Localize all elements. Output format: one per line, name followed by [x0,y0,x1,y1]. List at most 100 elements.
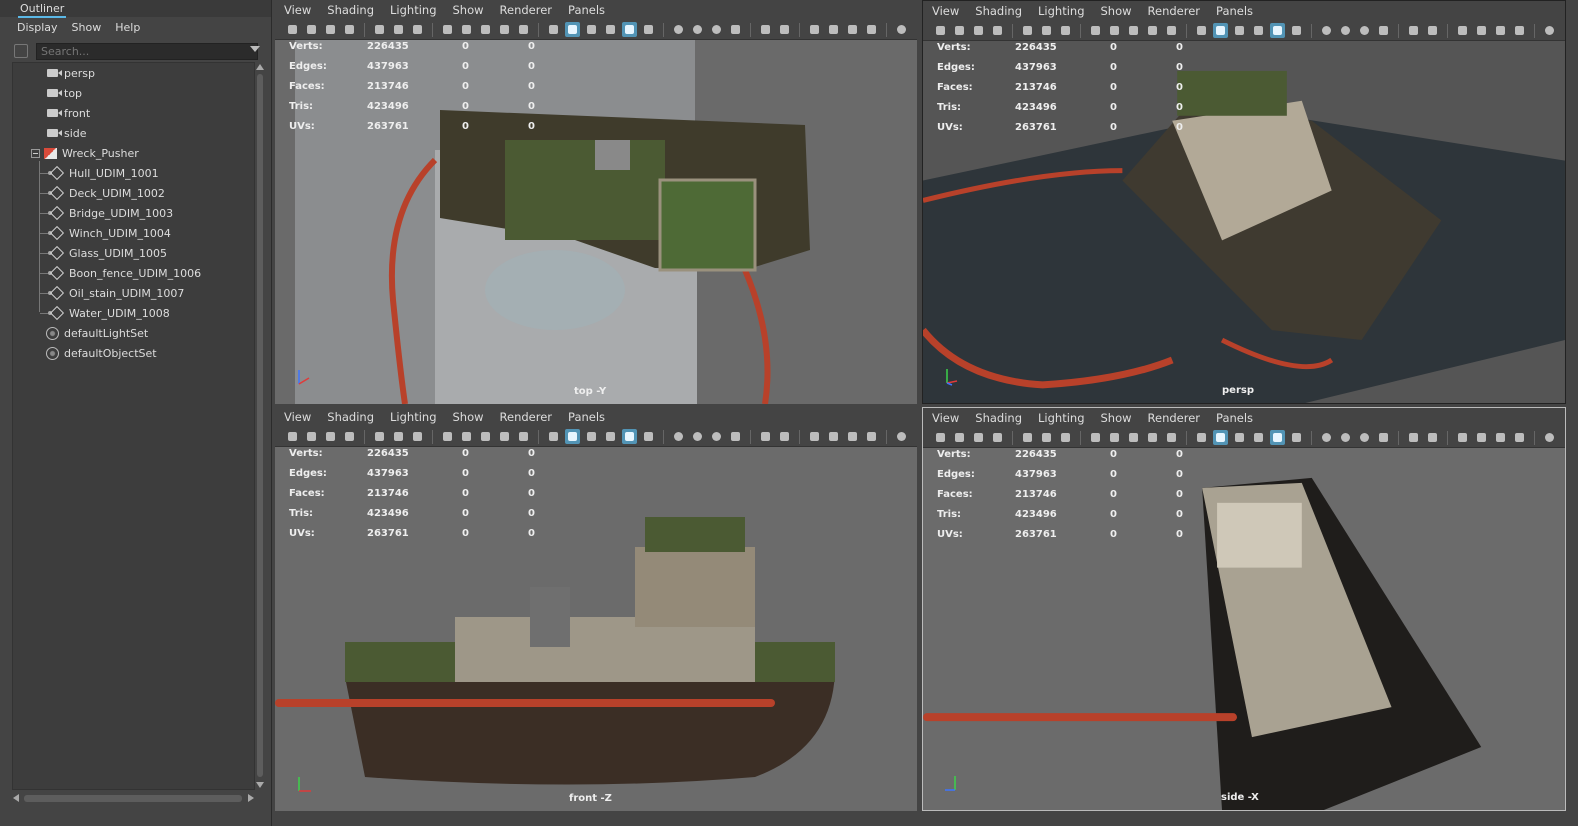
hud-icon[interactable] [864,429,879,444]
lighting-icon[interactable] [1289,23,1304,38]
tree-item-persp[interactable]: persp [47,63,95,83]
gamma-icon[interactable] [826,429,841,444]
viewport-front[interactable]: View Shading Lighting Show Renderer Pane… [275,407,917,811]
tree-item-hull[interactable]: Hull_UDIM_1001 [40,163,159,183]
shadows-icon[interactable] [671,22,686,37]
viewport-persp[interactable]: View Shading Lighting Show Renderer Pane… [922,0,1566,404]
exposure-icon[interactable] [1455,430,1470,445]
menu-panels[interactable]: Panels [568,410,605,424]
menu-renderer[interactable]: Renderer [1148,4,1201,18]
menu-show[interactable]: Show [1101,411,1132,425]
tree-item-top[interactable]: top [47,83,82,103]
grid-icon[interactable] [372,22,387,37]
scroll-thumb[interactable] [24,795,242,802]
horizontal-scrollbar[interactable] [12,792,255,804]
grid-icon[interactable] [1020,430,1035,445]
viewport-side[interactable]: View Shading Lighting Show Renderer Pane… [922,407,1566,811]
menu-lighting[interactable]: Lighting [1038,4,1084,18]
field-chart-icon[interactable] [1107,23,1122,38]
collapse-icon[interactable] [31,148,40,158]
image-plane-icon[interactable] [342,429,357,444]
camera-attributes-icon[interactable] [304,22,319,37]
scroll-down-icon[interactable] [256,782,264,788]
scroll-left-icon[interactable] [13,794,19,802]
wireframe-icon[interactable] [516,429,531,444]
gate-mask-icon[interactable] [440,429,455,444]
menu-lighting[interactable]: Lighting [1038,411,1084,425]
resolution-gate-icon[interactable] [1058,430,1073,445]
menu-lighting[interactable]: Lighting [390,3,436,17]
full-screen-icon[interactable] [1542,23,1557,38]
image-plane-icon[interactable] [990,430,1005,445]
outliner-tab[interactable]: Outliner [0,0,271,18]
wireframe-icon[interactable] [516,22,531,37]
safe-action-icon[interactable] [1126,23,1141,38]
camera-attributes-icon[interactable] [952,430,967,445]
tree-item-water[interactable]: Water_UDIM_1008 [40,303,170,323]
smooth-shade-icon[interactable] [1194,23,1209,38]
wireframe-on-shaded-icon[interactable] [1232,23,1247,38]
menu-show[interactable]: Show [1101,4,1132,18]
camera-attributes-icon[interactable] [952,23,967,38]
shadows-icon[interactable] [1319,430,1334,445]
search-input[interactable] [36,42,258,60]
motion-blur-icon[interactable] [1357,23,1372,38]
xray-icon[interactable] [1251,430,1266,445]
film-gate-icon[interactable] [391,429,406,444]
scroll-thumb[interactable] [257,74,263,777]
color-management-icon[interactable] [1493,23,1508,38]
scroll-up-icon[interactable] [256,64,264,70]
smooth-shade-icon[interactable] [1194,430,1209,445]
textured-icon[interactable] [1270,23,1285,38]
default-material-icon[interactable] [565,22,580,37]
gamma-icon[interactable] [1474,430,1489,445]
color-management-icon[interactable] [845,22,860,37]
tree-item-wreck-pusher[interactable]: Wreck_Pusher [31,143,139,163]
color-management-icon[interactable] [845,429,860,444]
motion-blur-icon[interactable] [1357,430,1372,445]
safe-title-icon[interactable] [1145,430,1160,445]
gamma-icon[interactable] [1474,23,1489,38]
menu-view[interactable]: View [932,4,959,18]
exposure-icon[interactable] [807,429,822,444]
tree-item-oil-stain[interactable]: Oil_stain_UDIM_1007 [40,283,184,303]
bookmarks-icon[interactable] [971,430,986,445]
hud-icon[interactable] [864,22,879,37]
xray-icon[interactable] [1251,23,1266,38]
exposure-icon[interactable] [807,22,822,37]
select-camera-icon[interactable] [285,22,300,37]
tree-item-default-object-set[interactable]: defaultObjectSet [46,343,157,363]
image-plane-icon[interactable] [990,23,1005,38]
resolution-gate-icon[interactable] [410,429,425,444]
vertical-scrollbar[interactable] [255,62,265,790]
textured-icon[interactable] [622,429,637,444]
tree-item-front[interactable]: front [47,103,90,123]
tree-item-bridge[interactable]: Bridge_UDIM_1003 [40,203,173,223]
camera-attributes-icon[interactable] [304,429,319,444]
viewport-top[interactable]: View Shading Lighting Show Renderer Pane… [275,0,917,404]
menu-help[interactable]: Help [115,21,140,34]
wireframe-on-shaded-icon[interactable] [584,22,599,37]
menu-view[interactable]: View [284,410,311,424]
tree-item-glass[interactable]: Glass_UDIM_1005 [40,243,167,263]
full-screen-icon[interactable] [894,429,909,444]
menu-shading[interactable]: Shading [975,4,1022,18]
antialiasing-icon[interactable] [1376,430,1391,445]
bookmarks-icon[interactable] [971,23,986,38]
field-chart-icon[interactable] [1107,430,1122,445]
safe-title-icon[interactable] [497,429,512,444]
xray-joints-icon[interactable] [1425,23,1440,38]
menu-panels[interactable]: Panels [568,3,605,17]
menu-view[interactable]: View [284,3,311,17]
ambient-occlusion-icon[interactable] [690,429,705,444]
smooth-shade-icon[interactable] [546,22,561,37]
chevron-down-icon[interactable] [250,46,260,52]
xray-icon[interactable] [603,22,618,37]
safe-action-icon[interactable] [478,429,493,444]
lighting-icon[interactable] [641,429,656,444]
xray-joints-icon[interactable] [1425,430,1440,445]
gamma-icon[interactable] [826,22,841,37]
film-gate-icon[interactable] [1039,23,1054,38]
gate-mask-icon[interactable] [440,22,455,37]
color-management-icon[interactable] [1493,430,1508,445]
